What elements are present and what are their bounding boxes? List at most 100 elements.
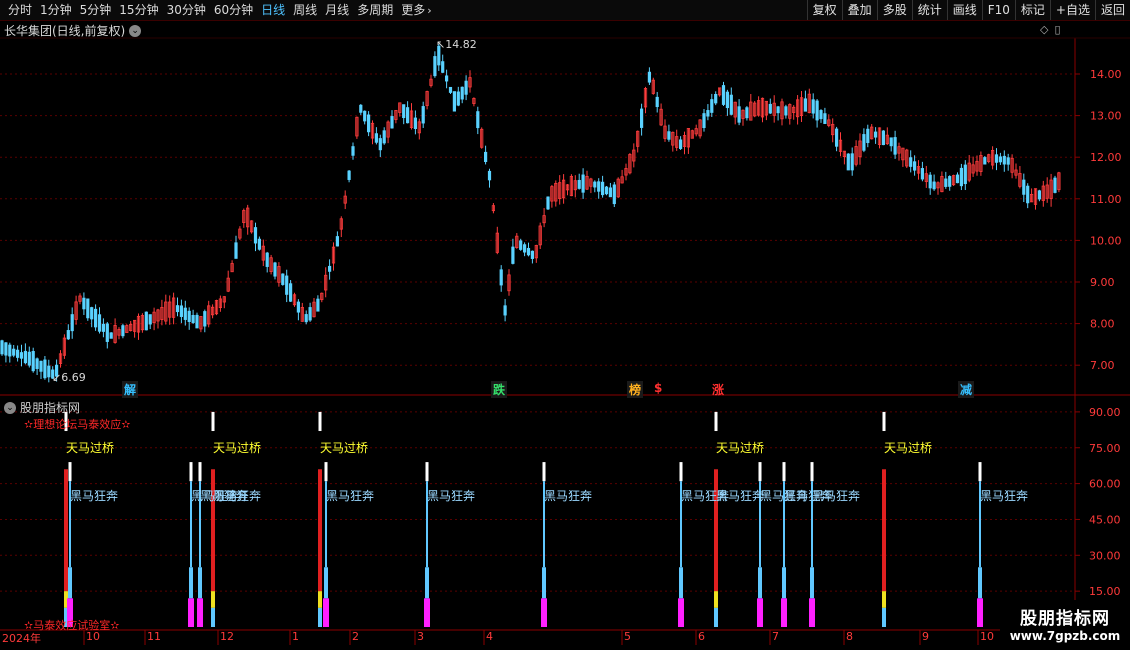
candle-body (491, 205, 496, 212)
period-tab-1[interactable]: 1分钟 (36, 0, 76, 20)
candle-body (679, 139, 683, 149)
toolbar-button-4[interactable]: 画线 (946, 0, 982, 20)
event-tag-3[interactable]: $ (652, 381, 664, 395)
candle-body (858, 140, 862, 158)
period-tab-6[interactable]: 日线 (257, 0, 289, 20)
candle-body (281, 273, 285, 285)
candle-body (940, 175, 944, 193)
toolbar-button-6[interactable]: 标记 (1014, 0, 1050, 20)
candle-body (1057, 172, 1061, 191)
indicator-bar-cap (882, 411, 886, 432)
candle-body (538, 225, 542, 246)
candle-body (402, 104, 406, 119)
diamond-icon[interactable]: ◇ (1040, 23, 1048, 36)
period-tab-8[interactable]: 月线 (321, 0, 353, 20)
candle-body (66, 330, 70, 340)
toolbar-button-0[interactable]: 复权 (806, 0, 842, 20)
candle-body (706, 110, 710, 117)
toolbar-button-3[interactable]: 统计 (911, 0, 947, 20)
candle-body (811, 99, 815, 114)
candle-body (62, 337, 67, 356)
indicator-bar-cap (189, 462, 193, 482)
event-tag-0[interactable]: 解 (122, 381, 139, 398)
candle-body (1026, 185, 1030, 204)
toolbar-button-7[interactable]: +自选 (1049, 0, 1095, 20)
candle-body (737, 106, 741, 123)
candle-body (901, 147, 905, 161)
candle-body (589, 178, 593, 187)
candle-body (979, 155, 983, 172)
indicator-bar-yellow (64, 591, 68, 608)
candle-body (249, 220, 254, 233)
candle-body (312, 301, 316, 318)
candle-body (651, 79, 655, 94)
candle-body (682, 135, 687, 147)
toolbar-button-1[interactable]: 叠加 (841, 0, 877, 20)
candle-body (932, 181, 936, 190)
candle-body (164, 301, 168, 322)
price-tick-label: 12.00 (1090, 151, 1122, 164)
price-tick-label: 13.00 (1090, 110, 1122, 123)
candle-body (948, 176, 952, 187)
candle-body (593, 181, 597, 188)
candle-body (620, 176, 624, 184)
event-tag-1[interactable]: 跌 (491, 381, 508, 398)
indicator-bar-magenta (197, 598, 203, 627)
event-tag-2[interactable]: 榜 (627, 381, 644, 398)
price-high-label: 14.82 (445, 38, 477, 51)
candle-body (359, 104, 363, 113)
period-tab-5[interactable]: 60分钟 (210, 0, 257, 20)
toolbar-button-8[interactable]: 返回 (1094, 0, 1130, 20)
indicator-bar-cap (542, 462, 546, 482)
candle-body (838, 139, 843, 152)
candle-body (959, 167, 964, 187)
toolbar-button-5[interactable]: F10 (981, 0, 1015, 20)
candle-body (398, 102, 402, 113)
period-tab-2[interactable]: 5分钟 (76, 0, 116, 20)
event-tag-5[interactable]: 减 (958, 381, 975, 398)
toolbar-button-2[interactable]: 多股 (876, 0, 912, 20)
chevron-down-icon[interactable]: ⌄ (4, 401, 16, 414)
period-tab-7[interactable]: 周线 (289, 0, 321, 20)
candle-body (663, 125, 667, 139)
candle-body (331, 246, 336, 264)
candle-body (632, 149, 636, 162)
candle-body (296, 301, 301, 313)
period-tab-9[interactable]: 多周期 (353, 0, 397, 20)
candle-body (749, 101, 753, 121)
period-tab-4[interactable]: 30分钟 (163, 0, 210, 20)
period-tab-10[interactable]: 更多 › (397, 0, 435, 21)
candle-body (768, 103, 772, 114)
event-tag-4[interactable]: 涨 (710, 381, 726, 398)
candle-body (390, 116, 394, 129)
candle-body (468, 77, 472, 88)
candle-body (226, 277, 230, 292)
price-tick-label: 9.00 (1090, 276, 1115, 289)
indicator-tick-label: 45.00 (1089, 513, 1121, 526)
candle-body (121, 325, 125, 337)
candle-body (897, 146, 901, 154)
candle-body (686, 128, 691, 148)
candle-body (132, 319, 137, 332)
price-low-mark: ↙6.69 (52, 371, 86, 384)
candle-body (238, 228, 242, 239)
window-icon[interactable]: ▯ (1054, 23, 1060, 36)
period-tab-3[interactable]: 15分钟 (115, 0, 162, 20)
indicator-bar-cap (714, 411, 718, 432)
candle-body (1022, 179, 1026, 195)
indicator-bar-magenta (188, 598, 194, 627)
candle-body (433, 56, 437, 77)
period-tab-0[interactable]: 分时 (4, 0, 36, 20)
indicator-bar-magenta (809, 598, 815, 627)
candle-body (23, 350, 28, 364)
candle-body (546, 196, 550, 210)
candle-body (4, 342, 8, 356)
candle-body (1045, 184, 1049, 199)
candle-body (105, 323, 109, 342)
label-dark-horse-8: 黑马狂奔 (716, 489, 765, 503)
candle-body (764, 100, 769, 116)
candle-body (246, 207, 250, 228)
candle-body (261, 245, 265, 261)
candle-body (753, 102, 757, 117)
chevron-down-icon[interactable]: ⌄ (129, 24, 142, 37)
